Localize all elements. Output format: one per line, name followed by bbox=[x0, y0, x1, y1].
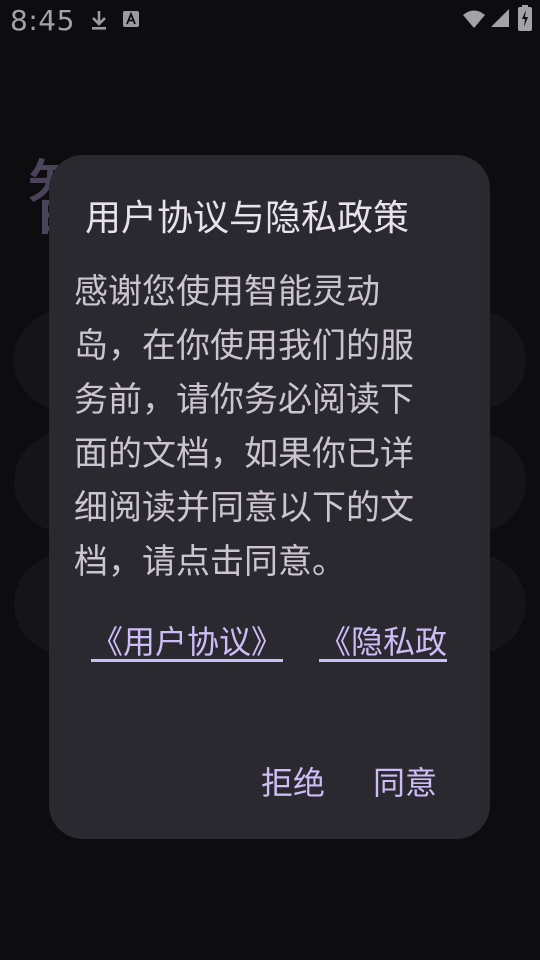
agreement-dialog: 用户协议与隐私政策 感谢您使用智能灵动岛，在你使用我们的服务前，请你务必阅读下面… bbox=[49, 155, 490, 839]
privacy-policy-link[interactable]: 《隐私政 bbox=[319, 617, 447, 663]
dialog-title: 用户协议与隐私政策 bbox=[85, 198, 410, 239]
document-links: 《用户协议》 《隐私政 bbox=[91, 617, 471, 665]
user-agreement-link[interactable]: 《用户协议》 bbox=[91, 617, 283, 663]
reject-button[interactable]: 拒绝 bbox=[251, 755, 335, 811]
dialog-body-text: 感谢您使用智能灵动岛，在你使用我们的服务前，请你务必阅读下面的文档，如果你已详细… bbox=[74, 272, 414, 582]
agree-button[interactable]: 同意 bbox=[363, 755, 447, 811]
